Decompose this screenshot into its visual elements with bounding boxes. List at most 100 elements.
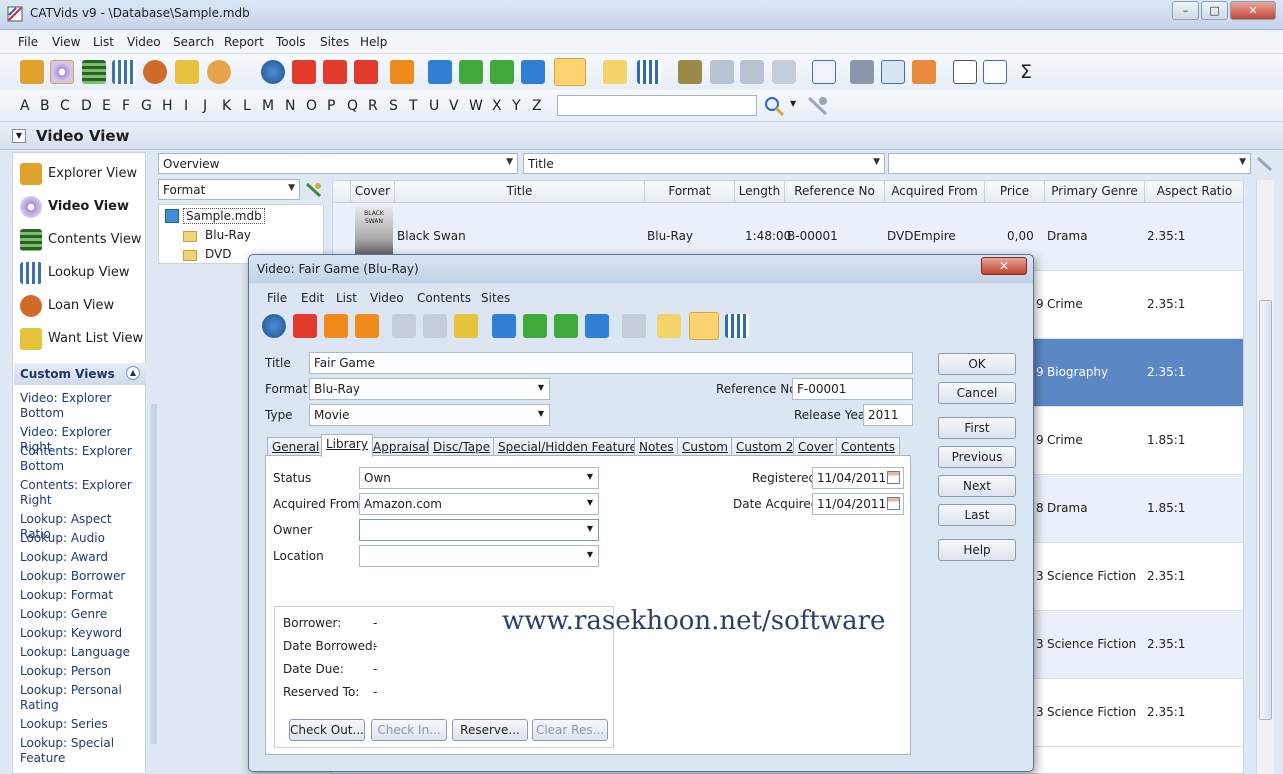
tab-contents[interactable]: Contents	[836, 437, 900, 457]
letter-h[interactable]: H	[162, 98, 173, 114]
custom-view-item[interactable]: Contents: Explorer Right	[20, 478, 142, 508]
previous-record-icon[interactable]	[459, 60, 483, 84]
help-button[interactable]: Help	[938, 539, 1016, 561]
column-header[interactable]: Acquired From	[885, 181, 985, 203]
back-arrow-icon[interactable]	[710, 60, 734, 84]
custom-view-item[interactable]: Lookup: Audio	[20, 531, 142, 546]
custom-view-item[interactable]: Lookup: Person	[20, 664, 142, 679]
tab-disc-tape[interactable]: Disc/Tape	[428, 437, 496, 457]
explorer-view-icon[interactable]	[20, 60, 44, 84]
grid-scrollbar[interactable]	[1256, 180, 1274, 774]
tab-appraisal[interactable]: Appraisal	[368, 437, 435, 457]
letter-z[interactable]: Z	[532, 98, 542, 114]
apply-filter-icon[interactable]	[1256, 155, 1274, 173]
letter-f[interactable]: F	[122, 98, 130, 114]
column-header[interactable]: Length	[735, 181, 785, 203]
filter-dropdown[interactable]: ▼	[888, 153, 1251, 174]
remove-icon[interactable]	[354, 60, 378, 84]
location-select[interactable]: ▼	[359, 545, 599, 567]
custom-view-item[interactable]: Lookup: Genre	[20, 607, 142, 622]
move-up-icon[interactable]	[323, 60, 347, 84]
next-record-icon[interactable]	[490, 60, 514, 84]
letter-q[interactable]: Q	[347, 98, 358, 114]
windows-icon[interactable]	[772, 60, 796, 84]
overview-dropdown[interactable]: Overview ▼	[158, 153, 518, 174]
globe-icon[interactable]	[262, 314, 286, 338]
date-acquired-field[interactable]: 11/04/2011	[812, 493, 904, 515]
dialog-menu-list[interactable]: List	[336, 291, 357, 305]
tab-special-features[interactable]: Special/Hidden Features	[493, 437, 649, 457]
refresh-icon[interactable]	[390, 60, 414, 84]
tree-item-dvd[interactable]: DVD	[205, 247, 231, 261]
menu-sites[interactable]: Sites	[320, 35, 349, 49]
collapse-icon[interactable]: ▼	[12, 129, 26, 143]
want-list-icon[interactable]	[175, 60, 199, 84]
column-header[interactable]: Aspect Ratio	[1145, 181, 1243, 203]
menu-help[interactable]: Help	[360, 35, 387, 49]
letter-u[interactable]: U	[429, 98, 439, 114]
release-year-field[interactable]: 2011	[863, 404, 913, 426]
tab-cover[interactable]: Cover	[793, 437, 839, 457]
letter-y[interactable]: Y	[512, 98, 521, 114]
forward-arrow-icon[interactable]	[740, 60, 764, 84]
menu-tools[interactable]: Tools	[276, 35, 306, 49]
contents-view-icon[interactable]	[82, 60, 106, 84]
letter-n[interactable]: N	[285, 98, 295, 114]
letter-v[interactable]: V	[449, 98, 459, 114]
menu-report[interactable]: Report	[224, 35, 264, 49]
close-button[interactable]: ✕	[1230, 1, 1276, 20]
dialog-menu-video[interactable]: Video	[370, 291, 404, 305]
checkmark-icon[interactable]	[689, 312, 719, 340]
add-icon[interactable]	[292, 60, 316, 84]
column-header[interactable]: Title	[395, 181, 645, 203]
dialog-menu-edit[interactable]: Edit	[301, 291, 324, 305]
dialog-menu-contents[interactable]: Contents	[417, 291, 471, 305]
edit-icon[interactable]	[622, 314, 646, 338]
splitter[interactable]	[151, 404, 157, 744]
copy-icon[interactable]	[423, 314, 447, 338]
add-icon[interactable]	[293, 314, 317, 338]
acquired-from-select[interactable]: Amazon.com ▼	[359, 493, 599, 515]
accept-icon[interactable]	[324, 314, 348, 338]
first-button[interactable]: First	[938, 417, 1016, 439]
calendar-icon[interactable]	[887, 497, 900, 510]
search-options-icon[interactable]: ▼	[790, 99, 796, 108]
title-field[interactable]: Fair Game	[309, 352, 913, 374]
checkmark-icon[interactable]	[554, 58, 586, 86]
quick-search-input[interactable]	[557, 95, 757, 116]
globe-icon[interactable]	[261, 60, 285, 84]
status-select[interactable]: Own ▼	[359, 467, 599, 489]
apply-filter-icon[interactable]	[305, 181, 323, 199]
ok-button[interactable]: OK	[938, 353, 1016, 375]
custom-view-item[interactable]: Lookup: Format	[20, 588, 142, 603]
column-header[interactable]: Format	[645, 181, 735, 203]
report-icon[interactable]	[812, 60, 836, 84]
last-button[interactable]: Last	[938, 504, 1016, 526]
reject-icon[interactable]	[355, 314, 379, 338]
column-header[interactable]: Reference No	[785, 181, 885, 203]
tab-library[interactable]: Library	[321, 434, 373, 457]
custom-view-item[interactable]: Lookup: Language	[20, 645, 142, 660]
custom-view-item[interactable]: Video: Explorer Bottom	[20, 391, 142, 421]
letter-e[interactable]: E	[102, 98, 111, 114]
tab-custom[interactable]: Custom	[677, 437, 733, 457]
menu-view[interactable]: View	[52, 35, 80, 49]
print-icon[interactable]	[850, 60, 874, 84]
last-record-icon[interactable]	[585, 314, 609, 338]
letter-m[interactable]: M	[262, 98, 274, 114]
menu-search[interactable]: Search	[173, 35, 214, 49]
minimize-button[interactable]: –	[1172, 1, 1199, 20]
letter-a[interactable]: A	[20, 98, 30, 114]
tree-item-blu-ray[interactable]: Blu-Ray	[205, 228, 251, 242]
check-out-button[interactable]: Check Out...	[289, 719, 365, 741]
custom-view-item[interactable]: Lookup: Award	[20, 550, 142, 565]
previous-record-icon[interactable]	[523, 314, 547, 338]
column-header[interactable]: Primary Genre	[1045, 181, 1145, 203]
custom-view-item[interactable]: Lookup: Series	[20, 717, 142, 732]
letter-o[interactable]: O	[306, 98, 317, 114]
custom-view-item[interactable]: Lookup: Special Feature	[20, 736, 142, 766]
custom-view-item[interactable]: Lookup: Borrower	[20, 569, 142, 584]
registered-date-field[interactable]: 11/04/2011	[812, 467, 904, 489]
maximize-button[interactable]: □	[1201, 1, 1228, 20]
next-button[interactable]: Next	[938, 475, 1016, 497]
